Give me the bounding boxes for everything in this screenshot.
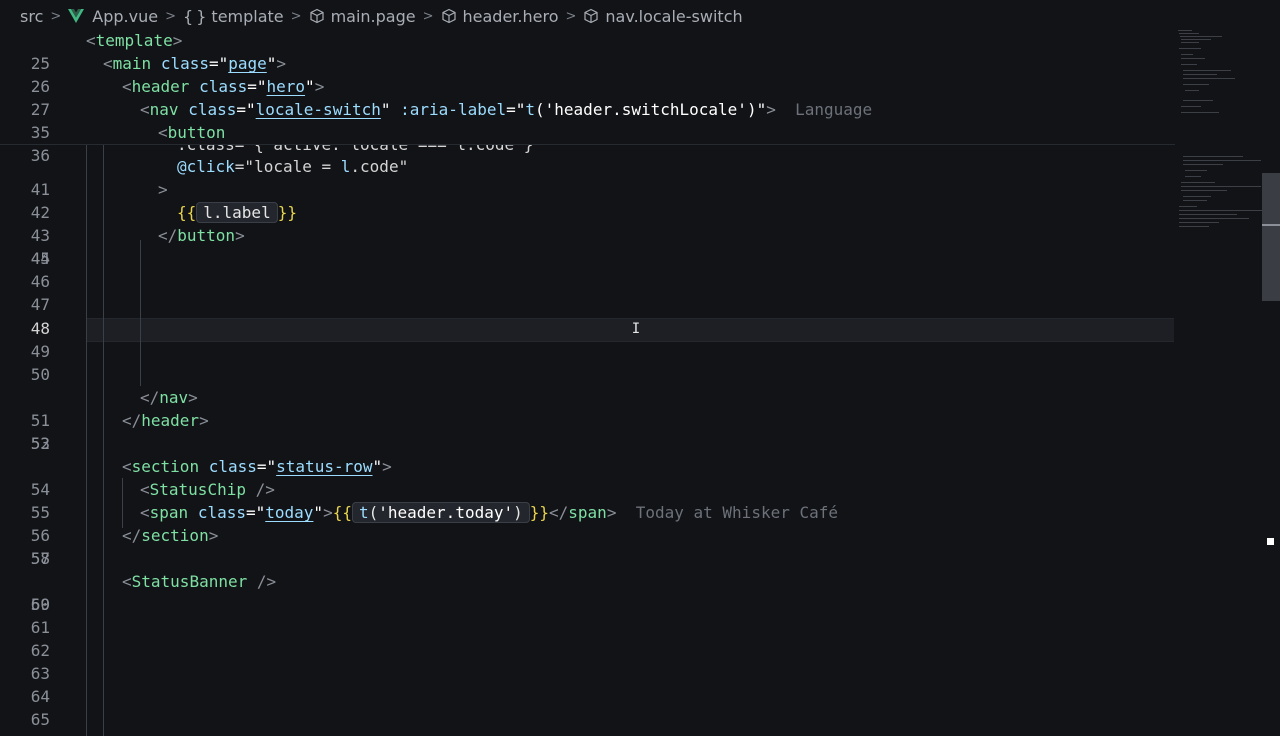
- code-line: 41 @click="locale = l.code": [30, 157, 409, 199]
- code-line: 46: [30, 272, 50, 291]
- sticky-line[interactable]: 35 <nav class="locale-switch" :aria-labe…: [0, 98, 1175, 142]
- sticky-line[interactable]: 27 <header class="hero">: [0, 75, 1175, 119]
- inlay-hint-language: Language: [795, 100, 873, 119]
- code-line: 53: [30, 434, 50, 453]
- code-line: 64: [30, 687, 50, 706]
- code-line-active[interactable]: 48: [0, 317, 1175, 340]
- code-line: 60: [30, 595, 50, 614]
- code-editor[interactable]: :class="{ active: locale === l.code }" 4…: [0, 0, 1175, 736]
- code-line: 65: [30, 710, 50, 729]
- sticky-line[interactable]: 25 <template>: [0, 29, 1175, 73]
- inlay-hint-today: Today at Whisker Café: [635, 503, 839, 522]
- code-line: 63: [30, 664, 50, 683]
- inline-expression-chip: l.label: [196, 202, 278, 223]
- code-line: 54 <section class="status-row">: [30, 457, 392, 499]
- code-line: 59 <StatusBanner />: [30, 572, 277, 614]
- code-line: 49: [30, 342, 50, 361]
- inline-expression-chip: t('header.today'): [351, 502, 530, 523]
- code-line: 62: [30, 641, 50, 660]
- sticky-scroll-header[interactable]: 25 <template> 26 <main class="page"> 27 …: [0, 29, 1175, 165]
- cursor-position-marker: [1267, 538, 1274, 545]
- code-line: 55 <StatusChip />: [30, 480, 275, 522]
- code-line: 42 >: [30, 180, 168, 222]
- code-line: 43 {{l.label}}: [30, 202, 297, 245]
- code-line: 50: [30, 365, 50, 384]
- sticky-line[interactable]: 26 <main class="page">: [0, 52, 1175, 96]
- code-line: 58: [30, 549, 50, 568]
- scrollbar-position-marker: [1262, 224, 1280, 226]
- code-line: 56 <span class="today">{{t('header.today…: [30, 502, 839, 545]
- code-line: 45: [30, 249, 50, 268]
- vertical-scrollbar-thumb[interactable]: [1262, 173, 1280, 301]
- code-line: 47: [30, 295, 50, 314]
- code-line: 52 </header>: [30, 411, 209, 453]
- code-line: 61: [30, 618, 50, 637]
- code-line: 44 </button>: [30, 226, 245, 268]
- minimap[interactable]: [1175, 30, 1263, 736]
- text-cursor-icon: I: [631, 321, 641, 337]
- code-line: 51 </nav>: [30, 388, 198, 430]
- sticky-line[interactable]: 36 <button: [0, 121, 1175, 165]
- code-line: 57 </section>: [30, 526, 219, 568]
